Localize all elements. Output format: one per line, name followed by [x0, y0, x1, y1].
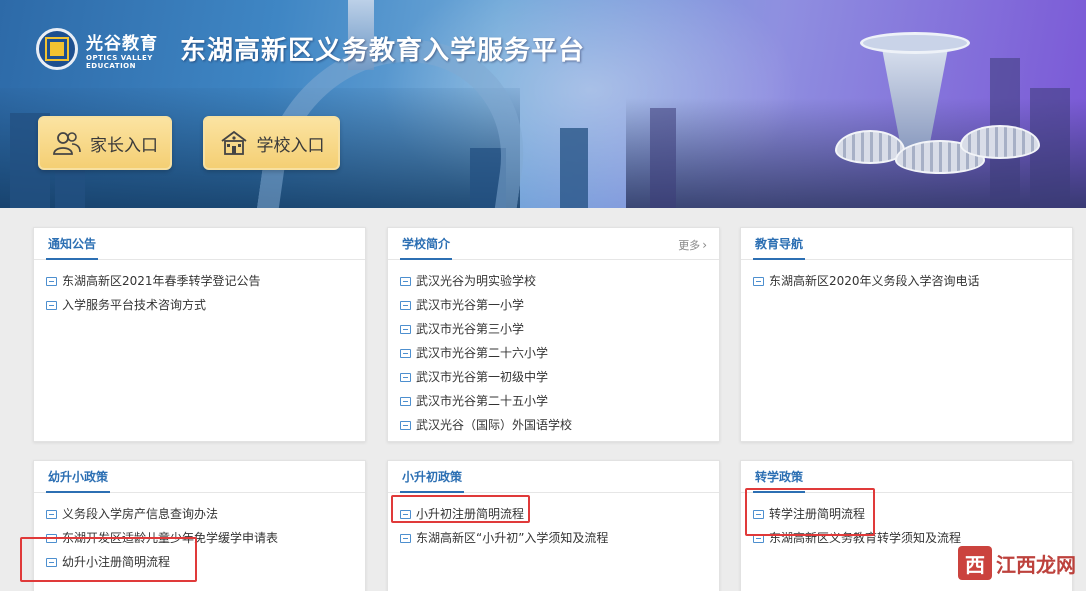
list-item-label: 幼升小注册简明流程: [62, 555, 171, 569]
list-item[interactable]: 武汉光谷（国际）外国语学校: [388, 413, 719, 437]
list-item-label: 武汉市光谷第二十六小学: [416, 346, 549, 360]
list-item-label: 东湖高新区2021年春季转学登记公告: [62, 274, 261, 288]
panel-guide: 教育导航 东湖高新区2020年义务段入学咨询电话: [740, 227, 1073, 442]
watermark: 西 江西龙网: [958, 543, 1076, 583]
list-item[interactable]: 武汉光谷为明实验学校: [388, 269, 719, 293]
list-item[interactable]: 武汉市光谷第三小学: [388, 317, 719, 341]
document-icon: [400, 348, 411, 358]
school-entry-button[interactable]: 学校入口: [203, 116, 340, 170]
list-item[interactable]: 入学服务平台技术咨询方式: [34, 293, 365, 317]
list-item[interactable]: 东湖高新区2021年春季转学登记公告: [34, 269, 365, 293]
watermark-logo-icon: 西: [958, 546, 992, 580]
document-icon: [400, 396, 411, 406]
panel-title-transfer[interactable]: 转学政策: [753, 461, 806, 493]
list-item[interactable]: 东湖高新区2020年义务段入学咨询电话: [741, 269, 1072, 293]
list-item-label: 武汉光谷为明实验学校: [416, 274, 537, 288]
list-item[interactable]: 武汉市光谷第二十五小学: [388, 389, 719, 413]
list-item[interactable]: 武汉市光谷第二十六小学: [388, 341, 719, 365]
document-icon: [400, 300, 411, 310]
list-item-label: 武汉市光谷第一小学: [416, 298, 525, 312]
list-item-label: 入学服务平台技术咨询方式: [62, 298, 207, 312]
document-icon: [46, 557, 57, 567]
optics-valley-logo[interactable]: [36, 28, 78, 70]
list-item[interactable]: 小升初注册简明流程: [388, 502, 719, 526]
list-item-label: 转学注册简明流程: [769, 507, 866, 521]
list-item-label: 东湖高新区2020年义务段入学咨询电话: [769, 274, 980, 288]
panel-title-schools[interactable]: 学校简介: [400, 228, 453, 260]
chevron-right-icon: ›: [702, 238, 707, 252]
list-item[interactable]: 义务段入学房产信息查询办法: [34, 502, 365, 526]
panel-title-guide[interactable]: 教育导航: [753, 228, 806, 260]
list-item[interactable]: 武汉市光谷第一小学: [388, 293, 719, 317]
list-item[interactable]: 转学注册简明流程: [741, 502, 1072, 526]
panel-title-kindergarten[interactable]: 幼升小政策: [46, 461, 111, 493]
transfer-list: 转学注册简明流程 东湖高新区义务教育转学须知及流程: [741, 493, 1072, 550]
panel-header: 转学政策: [741, 461, 1072, 493]
logo-cn: 光谷教育: [86, 34, 158, 54]
list-item[interactable]: 东湖开发区适龄儿童少年免学缓学申请表: [34, 526, 365, 550]
guide-list: 东湖高新区2020年义务段入学咨询电话: [741, 260, 1072, 293]
kindergarten-list: 义务段入学房产信息查询办法 东湖开发区适龄儿童少年免学缓学申请表 幼升小注册简明…: [34, 493, 365, 574]
list-item[interactable]: 幼升小注册简明流程: [34, 550, 365, 574]
document-icon: [400, 533, 411, 543]
parent-entry-button[interactable]: 家长入口: [38, 116, 172, 170]
list-item[interactable]: 东湖高新区“小升初”入学须知及流程: [388, 526, 719, 550]
panel-primary-policy: 小升初政策 小升初注册简明流程 东湖高新区“小升初”入学须知及流程: [387, 460, 720, 591]
document-icon: [400, 509, 411, 519]
document-icon: [46, 300, 57, 310]
list-item-label: 武汉市光谷第一初级中学: [416, 370, 549, 384]
panel-header: 幼升小政策: [34, 461, 365, 493]
panel-title-notice[interactable]: 通知公告: [46, 228, 99, 260]
school-building-icon: [220, 130, 247, 155]
document-icon: [46, 509, 57, 519]
document-icon: [400, 324, 411, 334]
more-link[interactable]: 更多 ›: [678, 237, 707, 253]
banner-building: [650, 108, 676, 208]
notice-list: 东湖高新区2021年春季转学登记公告 入学服务平台技术咨询方式: [34, 260, 365, 317]
schools-list: 武汉光谷为明实验学校 武汉市光谷第一小学 武汉市光谷第三小学 武汉市光谷第二十六…: [388, 260, 719, 437]
document-icon: [400, 372, 411, 382]
panel-header: 小升初政策: [388, 461, 719, 493]
banner-tower-top: [860, 32, 970, 54]
logo-en-line1: OPTICS VALLEY: [86, 54, 153, 62]
list-item-label: 小升初注册简明流程: [416, 507, 525, 521]
logo-emblem-icon: [45, 37, 69, 61]
banner-building: [560, 128, 588, 208]
document-icon: [753, 509, 764, 519]
panel-title-primary[interactable]: 小升初政策: [400, 461, 465, 493]
header-banner: 光谷教育 OPTICS VALLEY EDUCATION 东湖高新区义务教育入学…: [0, 0, 1086, 208]
list-item-label: 东湖高新区义务教育转学须知及流程: [769, 531, 962, 545]
panel-header: 通知公告: [34, 228, 365, 260]
list-item-label: 东湖开发区适龄儿童少年免学缓学申请表: [62, 531, 279, 545]
logo-en-line2: EDUCATION: [86, 62, 136, 70]
list-item-label: 武汉市光谷第二十五小学: [416, 394, 549, 408]
list-item-label: 东湖高新区“小升初”入学须知及流程: [416, 531, 609, 545]
list-item-label: 义务段入学房产信息查询办法: [62, 507, 219, 521]
logo-text: 光谷教育 OPTICS VALLEY EDUCATION: [86, 29, 158, 70]
panel-header: 学校简介 更多 ›: [388, 228, 719, 260]
document-icon: [753, 276, 764, 286]
parent-entry-label: 家长入口: [90, 135, 158, 156]
panel-header: 教育导航: [741, 228, 1072, 260]
list-item-label: 武汉市光谷第三小学: [416, 322, 525, 336]
school-entry-label: 学校入口: [256, 135, 325, 156]
document-icon: [753, 533, 764, 543]
panel-schools: 学校简介 更多 › 武汉光谷为明实验学校 武汉市光谷第一小学 武汉市光谷第三小学 …: [387, 227, 720, 442]
document-icon: [400, 276, 411, 286]
more-label: 更多: [678, 239, 701, 252]
list-item[interactable]: 武汉市光谷第一初级中学: [388, 365, 719, 389]
document-icon: [400, 420, 411, 430]
panel-kindergarten-policy: 幼升小政策 义务段入学房产信息查询办法 东湖开发区适龄儿童少年免学缓学申请表 幼…: [33, 460, 366, 591]
watermark-text: 江西龙网: [996, 552, 1076, 577]
parent-users-icon: [53, 132, 81, 155]
document-icon: [46, 533, 57, 543]
banner-dome: [960, 125, 1040, 159]
site-title: 东湖高新区义务教育入学服务平台: [180, 36, 586, 66]
primary-list: 小升初注册简明流程 东湖高新区“小升初”入学须知及流程: [388, 493, 719, 550]
document-icon: [46, 276, 57, 286]
panel-notice: 通知公告 东湖高新区2021年春季转学登记公告 入学服务平台技术咨询方式: [33, 227, 366, 442]
list-item-label: 武汉光谷（国际）外国语学校: [416, 418, 573, 432]
